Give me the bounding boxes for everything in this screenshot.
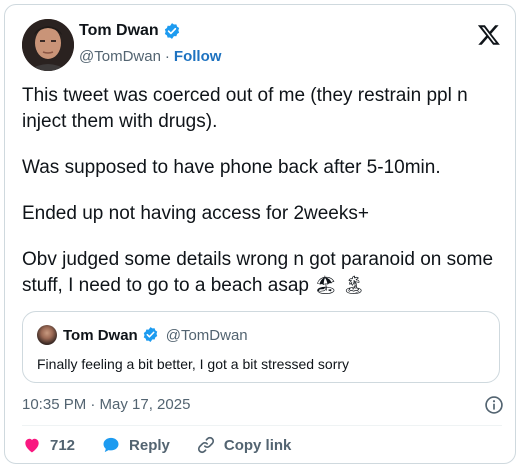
tweet-text: This tweet was coerced out of me (they r… xyxy=(22,83,502,319)
info-icon[interactable] xyxy=(484,395,504,415)
quoted-author-avatar xyxy=(37,325,57,345)
quoted-author-name: Tom Dwan xyxy=(63,326,138,344)
like-button[interactable]: 712 xyxy=(22,435,75,455)
author-handle[interactable]: @TomDwan xyxy=(79,47,161,67)
quoted-tweet-text: Finally feeling a bit better, I got a bi… xyxy=(37,356,350,372)
tweet-paragraph-4: Obv judged some details wrong n got para… xyxy=(22,247,502,299)
tweet-paragraph-2: Was supposed to have phone back after 5-… xyxy=(22,157,441,178)
reply-label: Reply xyxy=(129,436,170,454)
copy-link-button[interactable]: Copy link xyxy=(196,435,292,455)
island-emoji: 🏝 xyxy=(342,275,366,296)
tweet-paragraph-4-text: Obv judged some details wrong n got para… xyxy=(22,249,494,296)
link-icon xyxy=(197,436,214,454)
quoted-author-handle: @TomDwan xyxy=(165,326,248,344)
tweet-timestamp[interactable]: 10:35 PM · May 17, 2025 xyxy=(22,396,190,413)
tweet-paragraph-1: This tweet was coerced out of me (they r… xyxy=(22,85,468,132)
separator-dot: · xyxy=(164,48,170,65)
beach-umbrella-emoji: 🏖 xyxy=(314,275,338,296)
tweet-actions: 712 Reply Copy link xyxy=(22,435,317,455)
heart-icon xyxy=(25,438,39,453)
quoted-tweet[interactable]: Tom Dwan @TomDwan Finally feeling a bit … xyxy=(22,311,500,383)
follow-button[interactable]: Follow xyxy=(174,47,222,67)
tweet-paragraph-3: Ended up not having access for 2weeks+ xyxy=(22,203,369,224)
author-name-row[interactable]: Tom Dwan xyxy=(79,21,181,41)
reply-button[interactable]: Reply xyxy=(101,435,170,455)
copy-link-label: Copy link xyxy=(223,436,292,454)
author-handle-row: @TomDwan · Follow xyxy=(79,47,221,67)
verified-badge-icon xyxy=(163,22,181,40)
x-logo-icon[interactable] xyxy=(477,23,501,47)
actions-divider xyxy=(22,425,502,426)
tweet-card: Tom Dwan @TomDwan · Follow This tweet wa… xyxy=(4,4,516,464)
verified-badge-icon xyxy=(142,326,160,344)
reply-bubble-icon xyxy=(103,437,119,453)
quoted-tweet-header: Tom Dwan @TomDwan xyxy=(37,325,248,345)
like-count: 712 xyxy=(50,436,76,454)
tweet-meta: 10:35 PM · May 17, 2025 xyxy=(22,395,504,415)
author-name[interactable]: Tom Dwan xyxy=(79,21,159,41)
author-avatar[interactable] xyxy=(22,19,74,71)
